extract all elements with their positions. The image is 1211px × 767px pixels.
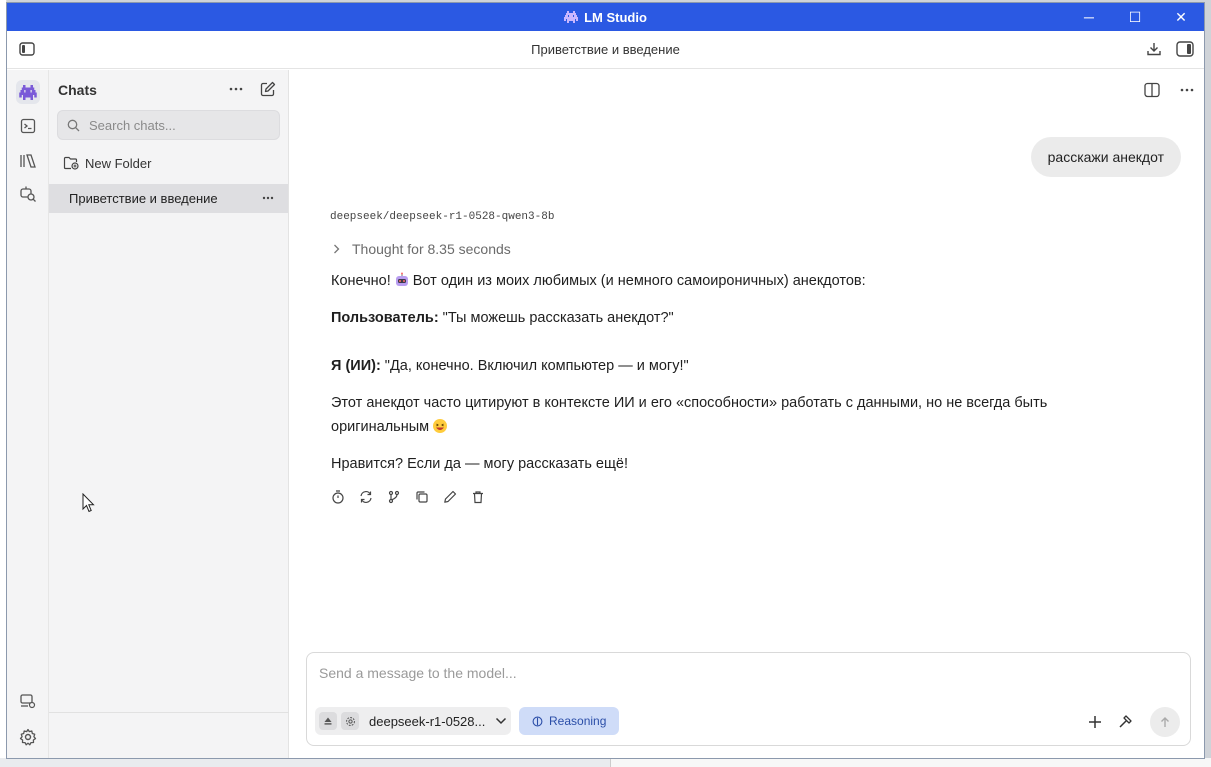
- search-icon: [67, 119, 80, 131]
- terminal-icon: [20, 118, 36, 134]
- more-options-icon[interactable]: [229, 87, 243, 91]
- top-toolbar: Приветствие и введение: [7, 31, 1204, 69]
- sidebar-divider: [49, 712, 289, 713]
- message-paragraph-4: Нравится? Если да — могу рассказать ещё!: [331, 456, 629, 472]
- add-attachment-icon[interactable]: [1088, 715, 1102, 729]
- rail-developer-button[interactable]: [16, 114, 40, 138]
- close-button[interactable]: ✕: [1158, 3, 1204, 31]
- model-selector[interactable]: deepseek-r1-0528...: [315, 707, 512, 735]
- branch-icon[interactable]: [387, 490, 401, 504]
- new-folder-label: New Folder: [85, 155, 152, 171]
- send-button[interactable]: [1150, 707, 1180, 737]
- background-taskbar-strip: [0, 758, 1211, 767]
- window-controls: ─ ☐ ✕: [1066, 3, 1204, 31]
- model-selector-label: deepseek-r1-0528...: [369, 713, 486, 729]
- nav-rail: [7, 70, 49, 758]
- new-folder-button[interactable]: New Folder: [49, 149, 288, 177]
- assistant-message: Конечно! Вот один из моих любимых (и нем…: [331, 269, 1111, 489]
- chat-more-options-icon[interactable]: [1180, 88, 1194, 92]
- user-message-text: расскажи анекдот: [1047, 149, 1164, 165]
- message-composer: deepseek-r1-0528... Reasoning: [306, 652, 1191, 746]
- user-message-bubble[interactable]: расскажи анекдот: [1030, 137, 1181, 177]
- rail-discover-button[interactable]: [16, 182, 40, 206]
- chat-title: Приветствие и введение: [531, 42, 680, 57]
- assistant-model-name: deepseek/deepseek-r1-0528-qwen3-8b: [330, 211, 555, 223]
- laughing-emoji-icon: [433, 419, 448, 433]
- mouse-cursor-icon: [82, 493, 95, 513]
- minimize-button[interactable]: ─: [1066, 3, 1112, 31]
- chat-list-item-label: Приветствие и введение: [69, 191, 218, 206]
- search-box[interactable]: [57, 110, 280, 140]
- title-bar[interactable]: LM Studio ─ ☐ ✕: [7, 3, 1204, 31]
- reasoning-label: Reasoning: [549, 714, 607, 728]
- paragraph-1-start: Конечно!: [331, 273, 391, 289]
- message-user-line: Пользователь: "Ты можешь рассказать анек…: [331, 306, 1111, 330]
- app-window: LM Studio ─ ☐ ✕ Приветствие и введение C…: [6, 2, 1205, 759]
- copy-icon[interactable]: [415, 490, 429, 504]
- rail-chat-button[interactable]: [16, 80, 40, 104]
- user-line-label: Пользователь:: [331, 310, 439, 326]
- chat-header-actions: [1144, 82, 1194, 98]
- sidebar-header: Chats: [49, 70, 288, 110]
- chat-main: расскажи анекдот deepseek/deepseek-r1-05…: [289, 70, 1204, 758]
- chat-mascot-icon: [19, 84, 37, 100]
- eject-model-button[interactable]: [319, 712, 337, 730]
- ai-line-text: "Да, конечно. Включил компьютер — и могу…: [380, 358, 689, 374]
- thought-label: Thought for 8.35 seconds: [352, 241, 511, 257]
- composer-actions: [1088, 707, 1180, 737]
- trash-icon[interactable]: [471, 490, 485, 504]
- hardware-icon: [20, 694, 36, 709]
- message-paragraph-3: Этот анекдот часто цитируют в контексте …: [331, 391, 1111, 439]
- message-input[interactable]: [319, 665, 1169, 689]
- new-chat-icon[interactable]: [260, 81, 276, 97]
- model-settings-button[interactable]: [341, 712, 359, 730]
- regenerate-icon[interactable]: [359, 490, 373, 504]
- toolbar-right-actions: [1146, 41, 1194, 57]
- discover-search-icon: [20, 186, 36, 202]
- robot-emoji-icon: [395, 272, 408, 286]
- gear-icon: [19, 728, 37, 746]
- eject-icon: [324, 717, 332, 725]
- timer-icon[interactable]: [331, 490, 345, 504]
- app-title-group: LM Studio: [564, 10, 647, 25]
- message-ai-line: Я (ИИ): "Да, конечно. Включил компьютер …: [331, 354, 1111, 378]
- message-paragraph-1: Конечно! Вот один из моих любимых (и нем…: [331, 269, 1111, 293]
- tools-hammer-icon[interactable]: [1118, 714, 1134, 730]
- rail-hardware-button[interactable]: [16, 689, 40, 713]
- sidebar-header-actions: [229, 81, 276, 97]
- chevron-down-icon: [496, 717, 507, 725]
- folder-plus-icon: [63, 156, 79, 170]
- ai-line-label: Я (ИИ):: [331, 358, 381, 374]
- chat-list-item[interactable]: Приветствие и введение: [49, 184, 288, 213]
- settings-small-icon: [345, 716, 355, 726]
- message-actions: [331, 490, 485, 504]
- chevron-right-icon: [334, 244, 340, 254]
- download-icon[interactable]: [1146, 41, 1162, 57]
- chats-sidebar: Chats Search chats... New Folder Приветс…: [49, 70, 289, 758]
- user-line-text: "Ты можешь рассказать анекдот?": [438, 310, 674, 326]
- toggle-right-panel-icon[interactable]: [1176, 41, 1194, 57]
- rail-models-button[interactable]: [16, 149, 40, 173]
- maximize-button[interactable]: ☐: [1112, 3, 1158, 31]
- reasoning-toggle[interactable]: Reasoning: [519, 707, 620, 735]
- thought-toggle[interactable]: Thought for 8.35 seconds: [333, 241, 511, 257]
- arrow-up-icon: [1161, 717, 1169, 727]
- split-view-icon[interactable]: [1144, 82, 1160, 98]
- edit-pencil-icon[interactable]: [443, 490, 457, 504]
- models-folder-icon: [20, 154, 36, 168]
- app-title: LM Studio: [584, 9, 647, 25]
- paragraph-1-end: Вот один из моих любимых (и немного само…: [412, 273, 866, 289]
- toggle-sidebar-icon[interactable]: [19, 42, 35, 56]
- lmstudio-logo-icon: [564, 11, 579, 23]
- search-input[interactable]: [89, 117, 269, 133]
- reasoning-icon: [532, 716, 543, 726]
- chat-item-more-icon[interactable]: [262, 191, 274, 205]
- sidebar-title: Chats: [58, 82, 97, 98]
- rail-settings-button[interactable]: [16, 725, 40, 749]
